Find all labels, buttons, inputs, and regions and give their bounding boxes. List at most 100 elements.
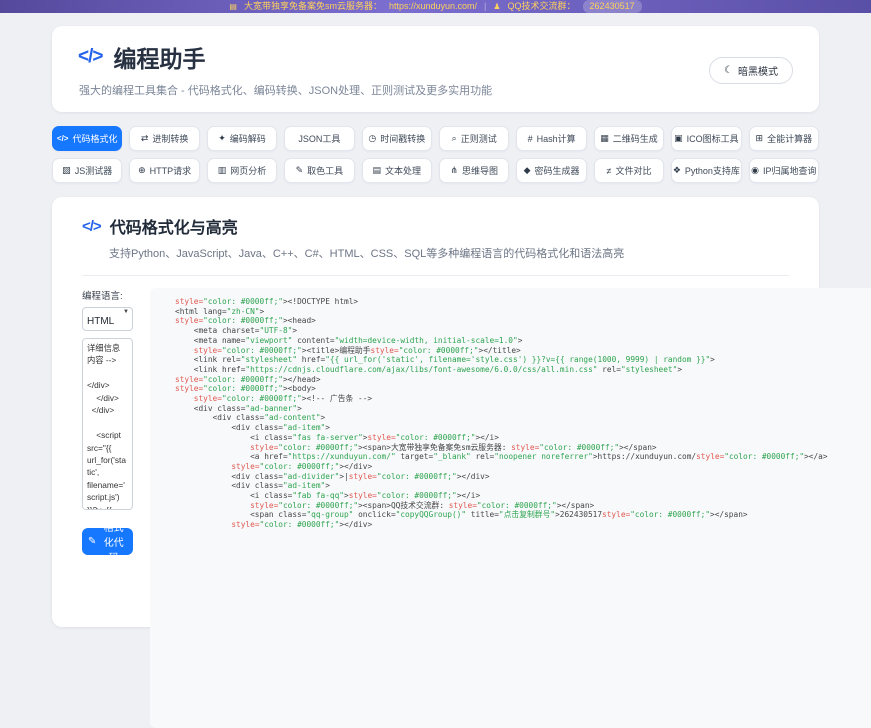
ad-text: 大宽带独享免备案免sm云服务器： xyxy=(244,0,382,13)
moon-icon: ☾ xyxy=(724,65,733,76)
qrcode-icon: ▦ xyxy=(600,133,609,144)
server-icon: ▤ xyxy=(229,0,237,13)
language-label: 编程语言: xyxy=(82,288,133,302)
clock-icon: ◷ xyxy=(368,133,376,144)
tab-base-convert[interactable]: ⇄进制转换 xyxy=(129,126,199,151)
format-code-label: 格式化代码 xyxy=(100,519,127,564)
tab-label: Hash计算 xyxy=(537,132,576,145)
search-icon: ⌕ xyxy=(452,133,457,144)
code-line: style="color: #0000ff;"><body> xyxy=(175,384,864,394)
section-header: </> 代码格式化与高亮 xyxy=(82,214,789,238)
banner-divider: | xyxy=(484,0,486,13)
code-line: style="color: #0000ff;"><!DOCTYPE html> xyxy=(175,297,864,307)
code-line: <a href="https://xunduyun.com/" target="… xyxy=(175,452,864,462)
tab-label: 编码解码 xyxy=(230,132,266,145)
tab-js-tester[interactable]: ▨JS测试器 xyxy=(52,158,122,183)
code-line: <meta charset="UTF-8"> xyxy=(175,326,864,336)
tab-label: 进制转换 xyxy=(152,132,188,145)
tab-label: ICO图标工具 xyxy=(687,132,739,145)
code-line: <html lang="zh-CN"> xyxy=(175,307,864,317)
code-icon: </> xyxy=(57,134,69,143)
tab-label: 思维导图 xyxy=(462,164,498,177)
section-title: 代码格式化与高亮 xyxy=(110,214,238,238)
tab-label: Python支持库 xyxy=(685,164,740,177)
editor-row: 编程语言: HTML ▼ 详细信息内容 --> </div> </div> </… xyxy=(82,288,789,728)
header-left: </> 编程助手 强大的编程工具集合 - 代码格式化、编码转换、JSON处理、正… xyxy=(78,40,492,98)
tab-password-gen[interactable]: ◆密码生成器 xyxy=(516,158,586,183)
tab-qrcode[interactable]: ▦二维码生成 xyxy=(594,126,664,151)
ad-link[interactable]: https://xunduyun.com/ xyxy=(389,0,477,13)
tab-timestamp[interactable]: ◷ 时间戳转换 xyxy=(362,126,432,151)
image-icon: ▣ xyxy=(674,133,683,144)
language-select[interactable]: HTML ▼ xyxy=(82,307,133,331)
tab-ico-tools[interactable]: ▣ ICO图标工具 xyxy=(671,126,741,151)
tab-python-lib[interactable]: ❖Python支持库 xyxy=(671,158,741,183)
top-ad-banner: ▤ 大宽带独享免备案免sm云服务器： https://xunduyun.com/… xyxy=(0,0,871,13)
code-line: <link href="https://cdnjs.cloudflare.com… xyxy=(175,365,864,375)
tab-hash-calc[interactable]: #Hash计算 xyxy=(516,126,586,151)
tab-json-tools[interactable]: JSON工具 xyxy=(284,126,354,151)
tab-ip-lookup[interactable]: ◉ IP归属地查询 xyxy=(749,158,819,183)
code-line: <div class="ad-item"> xyxy=(175,423,864,433)
tab-label: 取色工具 xyxy=(307,164,343,177)
tab-label: JSON工具 xyxy=(298,132,340,145)
tab-regex-test[interactable]: ⌕ 正则测试 xyxy=(439,126,509,151)
tab-mindmap[interactable]: ⋔ 思维导图 xyxy=(439,158,509,183)
code-line: <link rel="stylesheet" href="{{ url_for(… xyxy=(175,355,864,365)
format-code-button[interactable]: ✎ 格式化代码 xyxy=(82,528,133,555)
pen-icon: ✎ xyxy=(88,536,96,547)
tab-encode-decode[interactable]: ✦ 编码解码 xyxy=(207,126,277,151)
tab-color-picker[interactable]: ✎取色工具 xyxy=(284,158,354,183)
code-line: style="color: #0000ff;"><!-- 广告条 --> xyxy=(175,394,864,404)
section-divider xyxy=(82,275,789,276)
tab-label: 文件对比 xyxy=(615,164,651,177)
code-line: style="color: #0000ff;"><head> xyxy=(175,316,864,326)
tab-label: 正则测试 xyxy=(461,132,497,145)
swap-icon: ⇄ xyxy=(141,133,149,144)
globe2-icon: ◉ xyxy=(751,165,759,176)
key-icon: ✦ xyxy=(218,133,226,144)
code-line: style="color: #0000ff;"><span>QQ技术交流群: s… xyxy=(175,501,864,511)
barcode-icon: ▥ xyxy=(218,165,227,176)
tab-label: 时间戳转换 xyxy=(380,132,425,145)
tab-code-format[interactable]: </>代码格式化 xyxy=(52,126,122,151)
globe-icon: ⊕ xyxy=(138,165,146,176)
qq-group-label: QQ技术交流群： xyxy=(508,0,576,13)
tab-http-request[interactable]: ⊕ HTTP请求 xyxy=(129,158,199,183)
code-line: <i class="fab fa-qq">style="color: #0000… xyxy=(175,491,864,501)
tab-web-analyze[interactable]: ▥网页分析 xyxy=(207,158,277,183)
qq-group-number[interactable]: 262430517 xyxy=(583,0,642,13)
tab-text-process[interactable]: ▤文本处理 xyxy=(362,158,432,183)
code-line: style="color: #0000ff;"></div> xyxy=(175,520,864,530)
mindmap-icon: ⋔ xyxy=(450,165,458,176)
dark-mode-button[interactable]: ☾ 暗黑模式 xyxy=(709,57,793,84)
editor-sidebar: 编程语言: HTML ▼ 详细信息内容 --> </div> </div> </… xyxy=(82,288,133,555)
code-output: style="color: #0000ff;"><!DOCTYPE html><… xyxy=(150,288,871,728)
code-line: style="color: #0000ff;"></div> xyxy=(175,462,864,472)
tab-label: JS测试器 xyxy=(75,164,113,177)
code-section-icon: </> xyxy=(82,218,101,235)
tab-file-compare[interactable]: ≠文件对比 xyxy=(594,158,664,183)
tab-calculator[interactable]: ⊞全能计算器 xyxy=(749,126,819,151)
code-line: style="color: #0000ff;"><title>编程助手style… xyxy=(175,346,864,356)
code-input[interactable]: 详细信息内容 --> </div> </div> </div> <script … xyxy=(82,338,133,510)
qq-icon: ♟ xyxy=(493,0,500,13)
tab-label: 网页分析 xyxy=(230,164,266,177)
code-line: <div class="ad-content"> xyxy=(175,413,864,423)
document-icon: ▤ xyxy=(373,165,382,176)
code-line: <div class="ad-divider">|style="color: #… xyxy=(175,472,864,482)
code-line: style="color: #0000ff;"><span>大宽带独享免备案免s… xyxy=(175,443,864,453)
code-line: style="color: #0000ff;"></head> xyxy=(175,375,864,385)
tab-label: HTTP请求 xyxy=(150,164,192,177)
eyedropper-icon: ✎ xyxy=(296,165,304,176)
tab-label: 文本处理 xyxy=(385,164,421,177)
dark-mode-label: 暗黑模式 xyxy=(738,63,778,78)
tab-label: 代码格式化 xyxy=(72,132,117,145)
tool-tabs: </>代码格式化 ⇄进制转换 ✦ 编码解码 JSON工具 ◷ 时间戳转换 ⌕ 正则测试 #Hash… xyxy=(52,126,819,183)
code-line: <meta name="viewport" content="width=dev… xyxy=(175,336,864,346)
tab-label: 密码生成器 xyxy=(535,164,580,177)
language-select-value: HTML xyxy=(87,316,114,327)
tab-label: IP归属地查询 xyxy=(763,164,817,177)
section-subtitle: 支持Python、JavaScript、Java、C++、C#、HTML、CSS… xyxy=(109,245,789,261)
code-line: <i class="fas fa-server">style="color: #… xyxy=(175,433,864,443)
